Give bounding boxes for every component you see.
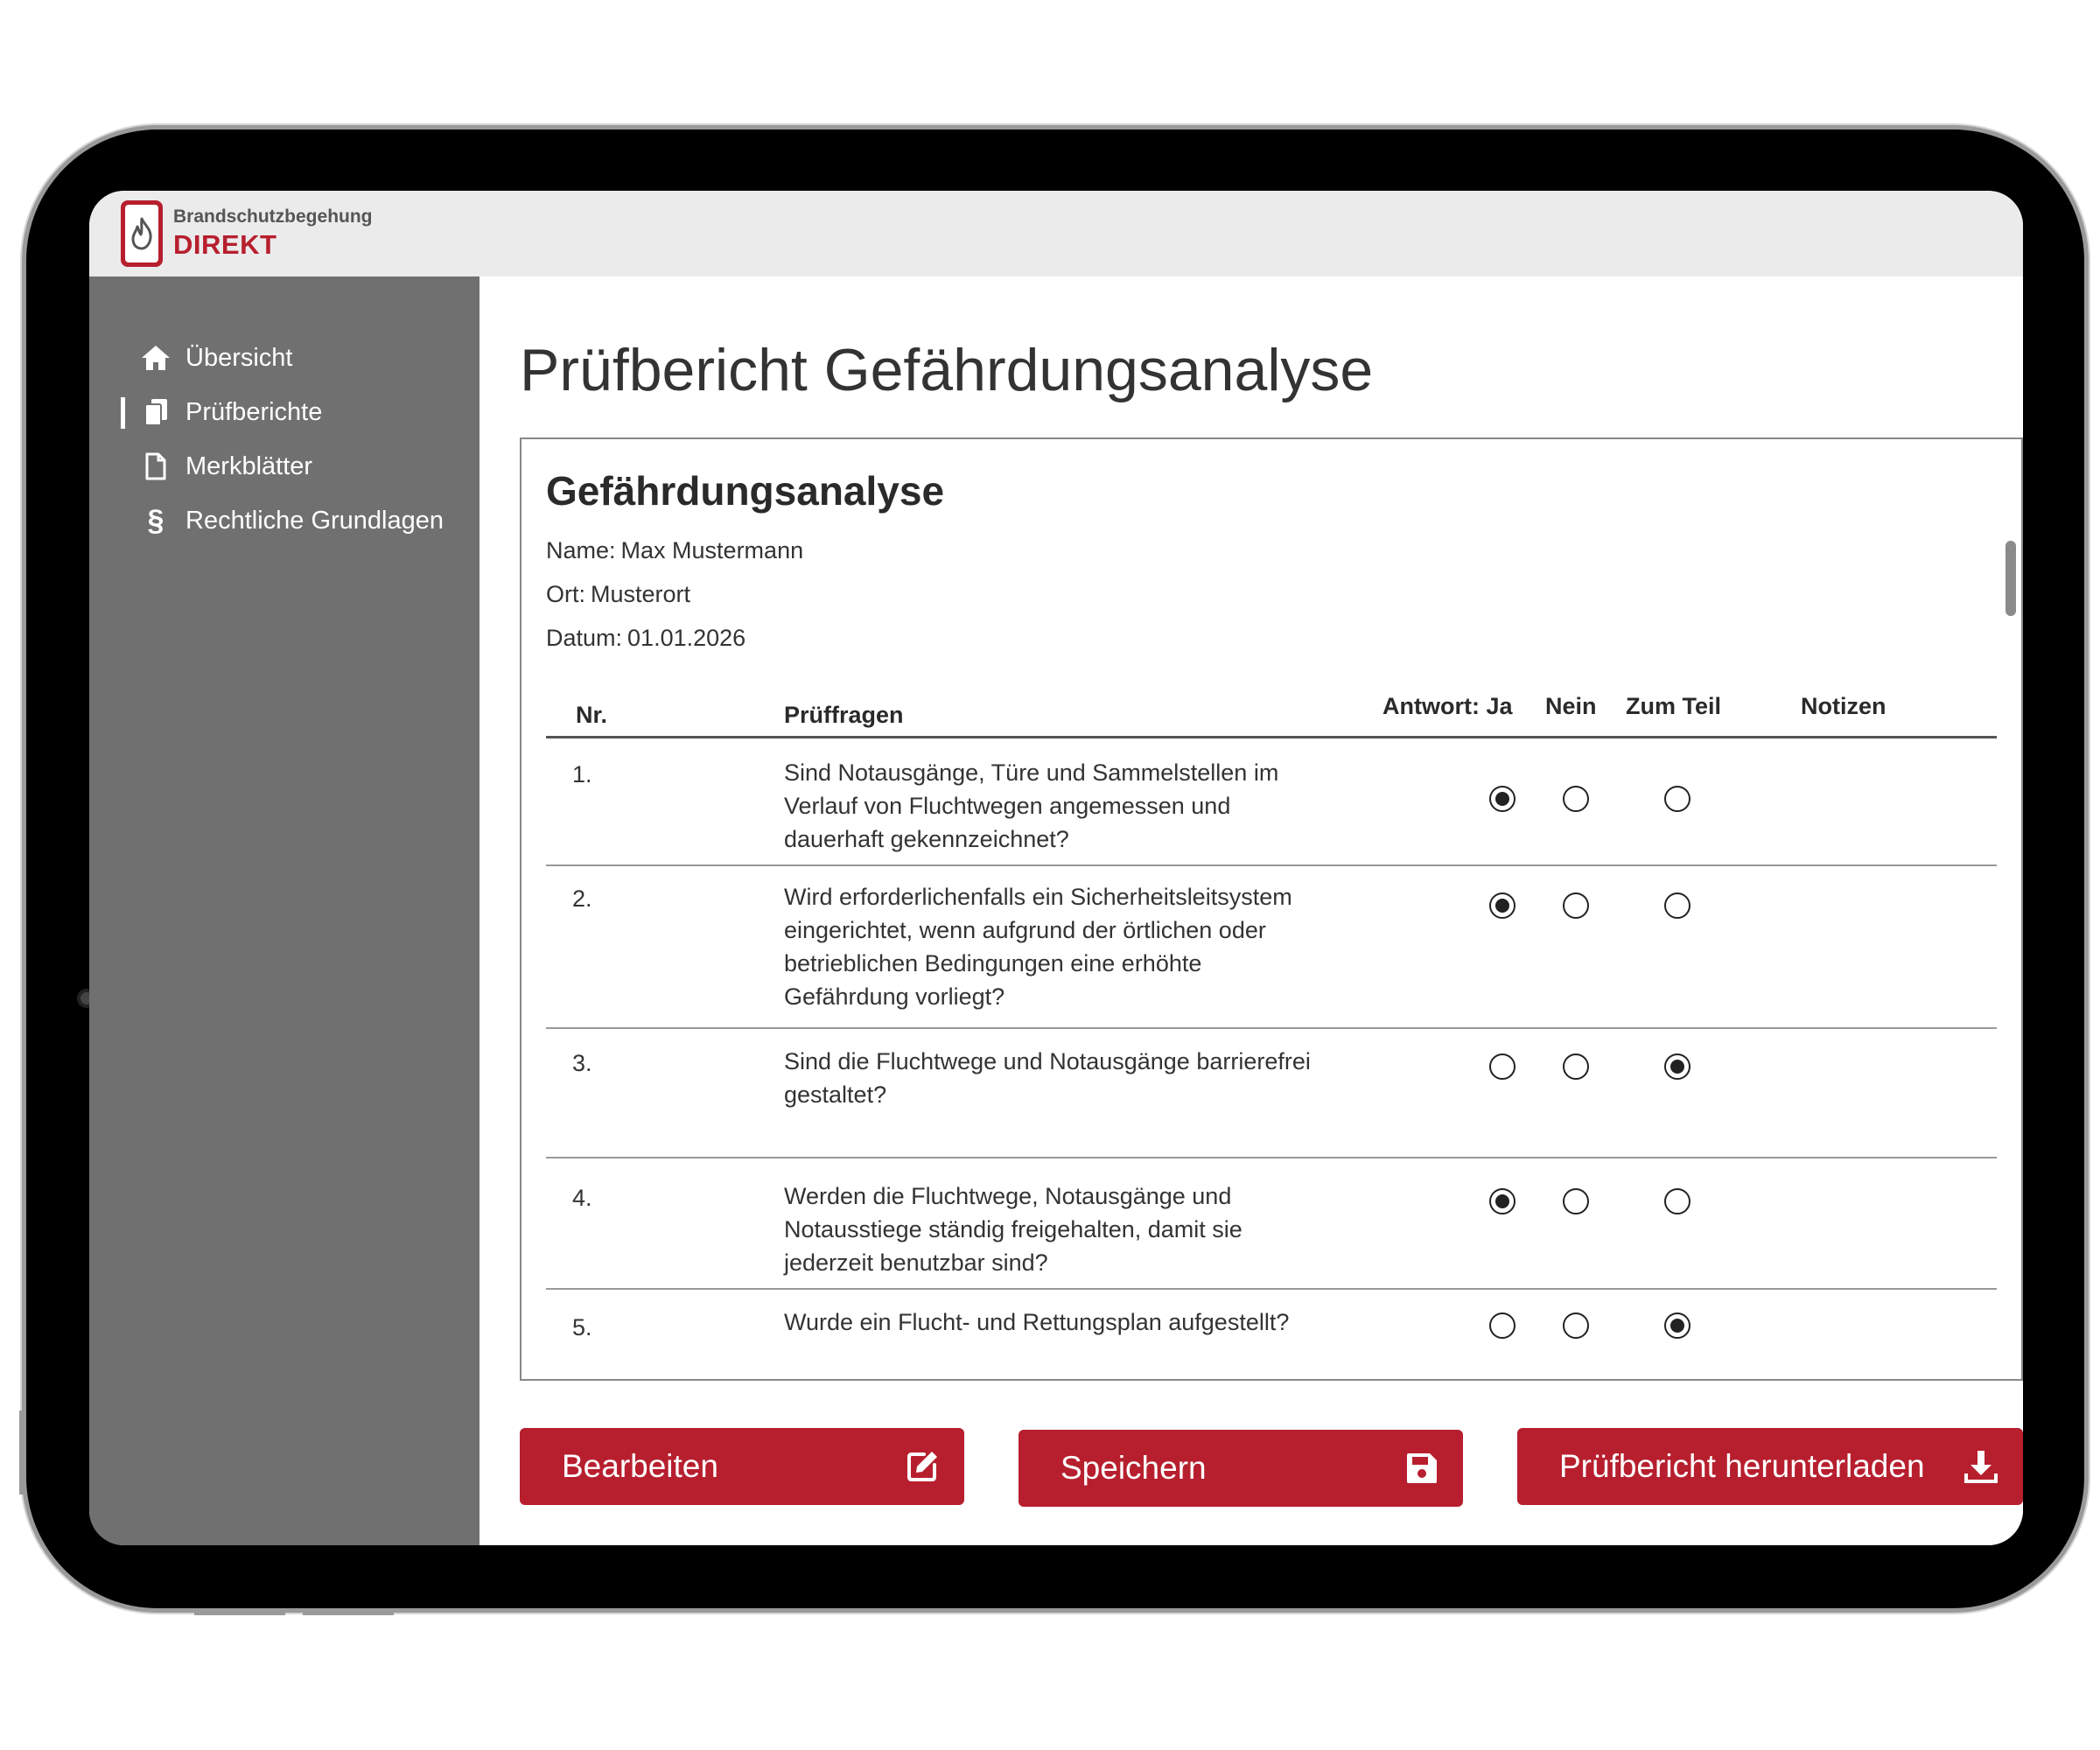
- column-header-nr: Nr.: [576, 702, 608, 728]
- report-heading: Gefährdungsanalyse: [546, 468, 945, 514]
- radio-nein[interactable]: [1563, 1312, 1589, 1339]
- side-button: [303, 1608, 394, 1615]
- radio-ja[interactable]: [1489, 1054, 1516, 1080]
- sidebar-item-label: Merkblätter: [186, 452, 313, 480]
- radio-zum-teil[interactable]: [1664, 1054, 1690, 1080]
- radio-nein[interactable]: [1563, 892, 1589, 919]
- sidebar-item-label: Übersicht: [186, 343, 293, 372]
- download-report-button[interactable]: Prüfbericht herunterladen: [1517, 1428, 2023, 1505]
- row-question: Werden die Fluchtwege, Notausgänge und N…: [784, 1183, 1242, 1276]
- meta-value: Max Mustermann: [620, 537, 804, 564]
- table-row: 2. Wird erforderlichenfalls ein Sicherhe…: [546, 866, 1997, 1029]
- radio-zum-teil[interactable]: [1664, 892, 1690, 919]
- radio-nein[interactable]: [1563, 786, 1589, 812]
- table-header: Nr. Prüffragen Antwort: Ja Nein Zum Teil…: [546, 684, 1997, 738]
- sidebar-item-rechtliche-grundlagen[interactable]: § Rechtliche Grundlagen: [89, 494, 480, 548]
- logo-flame-icon: [121, 200, 163, 267]
- document-icon: [138, 452, 173, 480]
- radio-ja[interactable]: [1489, 1188, 1516, 1214]
- radio-zum-teil[interactable]: [1664, 1312, 1690, 1339]
- documents-icon: [138, 397, 173, 427]
- table-row: 3. Sind die Fluchtwege und Notausgänge b…: [546, 1029, 1997, 1158]
- logo-title: DIREKT: [173, 229, 277, 260]
- meta-name: Name: Max Mustermann: [546, 537, 803, 564]
- side-button: [19, 1410, 26, 1494]
- column-header-nein: Nein: [1545, 693, 1597, 719]
- paragraph-icon: §: [147, 503, 164, 537]
- download-icon: [1964, 1449, 1998, 1484]
- tablet-screen: Brandschutzbegehung DIREKT Übersicht Prü…: [89, 191, 2023, 1545]
- main-content: Prüfbericht Gefährdungsanalyse Gefährdun…: [480, 276, 2023, 1545]
- edit-button-label: Bearbeiten: [562, 1448, 718, 1484]
- row-question: Sind die Fluchtwege und Notausgänge barr…: [784, 1048, 1311, 1108]
- table-row: 1. Sind Notausgänge, Türe und Sammelstel…: [546, 738, 1997, 866]
- radio-nein[interactable]: [1563, 1188, 1589, 1214]
- row-number: 4.: [572, 1185, 592, 1211]
- edit-button[interactable]: Bearbeiten: [520, 1428, 964, 1505]
- row-question: Wird erforderlichenfalls ein Sicherheits…: [784, 884, 1292, 1010]
- sidebar-item-uebersicht[interactable]: Übersicht: [89, 331, 480, 385]
- meta-ort: Ort: Musterort: [546, 581, 690, 608]
- meta-value: 01.01.2026: [627, 625, 746, 651]
- row-question: Wurde ein Flucht- und Rettungsplan aufge…: [784, 1309, 1290, 1335]
- row-number: 3.: [572, 1050, 592, 1076]
- logo-subtitle: Brandschutzbegehung: [173, 206, 373, 227]
- app-header: Brandschutzbegehung DIREKT: [89, 191, 2023, 276]
- save-button[interactable]: Speichern: [1018, 1430, 1463, 1507]
- row-number: 2.: [572, 886, 592, 912]
- save-button-label: Speichern: [1060, 1450, 1207, 1486]
- radio-nein[interactable]: [1563, 1054, 1589, 1080]
- column-header-prueffragen: Prüffragen: [784, 702, 904, 728]
- radio-zum-teil[interactable]: [1664, 786, 1690, 812]
- radio-ja[interactable]: [1489, 1312, 1516, 1339]
- row-number: 1.: [572, 761, 592, 788]
- row-question: Sind Notausgänge, Türe und Sammelstellen…: [784, 760, 1279, 852]
- home-icon: [138, 344, 173, 372]
- save-icon: [1405, 1452, 1438, 1485]
- row-number: 5.: [572, 1314, 592, 1340]
- column-header-zum-teil: Zum Teil: [1626, 693, 1722, 719]
- sidebar-item-label: Rechtliche Grundlagen: [186, 506, 444, 535]
- meta-value: Musterort: [591, 581, 691, 607]
- radio-ja[interactable]: [1489, 786, 1516, 812]
- logo: Brandschutzbegehung DIREKT: [173, 206, 373, 261]
- scrollbar[interactable]: [2006, 541, 2016, 616]
- sidebar-item-label: Prüfberichte: [186, 397, 323, 426]
- meta-label: Name:: [546, 537, 616, 564]
- report-card[interactable]: Gefährdungsanalyse Name: Max Mustermann O…: [520, 438, 2023, 1381]
- sidebar: Übersicht Prüfberichte Merkblätter § Rec…: [89, 276, 480, 1545]
- column-header-notizen: Notizen: [1801, 693, 1886, 719]
- meta-label: Ort:: [546, 581, 585, 607]
- sidebar-item-merkblaetter[interactable]: Merkblätter: [89, 439, 480, 494]
- page-title: Prüfbericht Gefährdungsanalyse: [520, 337, 1374, 403]
- table-row: 5. Wurde ein Flucht- und Rettungsplan au…: [546, 1290, 1997, 1379]
- radio-ja[interactable]: [1489, 892, 1516, 919]
- column-header-ja: Antwort: Ja: [1382, 693, 1513, 719]
- download-button-label: Prüfbericht herunterladen: [1559, 1448, 1925, 1484]
- meta-label: Datum:: [546, 625, 623, 651]
- radio-zum-teil[interactable]: [1664, 1188, 1690, 1214]
- side-button: [194, 1608, 285, 1615]
- meta-datum: Datum: 01.01.2026: [546, 625, 746, 652]
- sidebar-item-pruefberichte[interactable]: Prüfberichte: [89, 385, 480, 439]
- edit-icon: [905, 1449, 940, 1484]
- table-row: 4. Werden die Fluchtwege, Notausgänge un…: [546, 1158, 1997, 1290]
